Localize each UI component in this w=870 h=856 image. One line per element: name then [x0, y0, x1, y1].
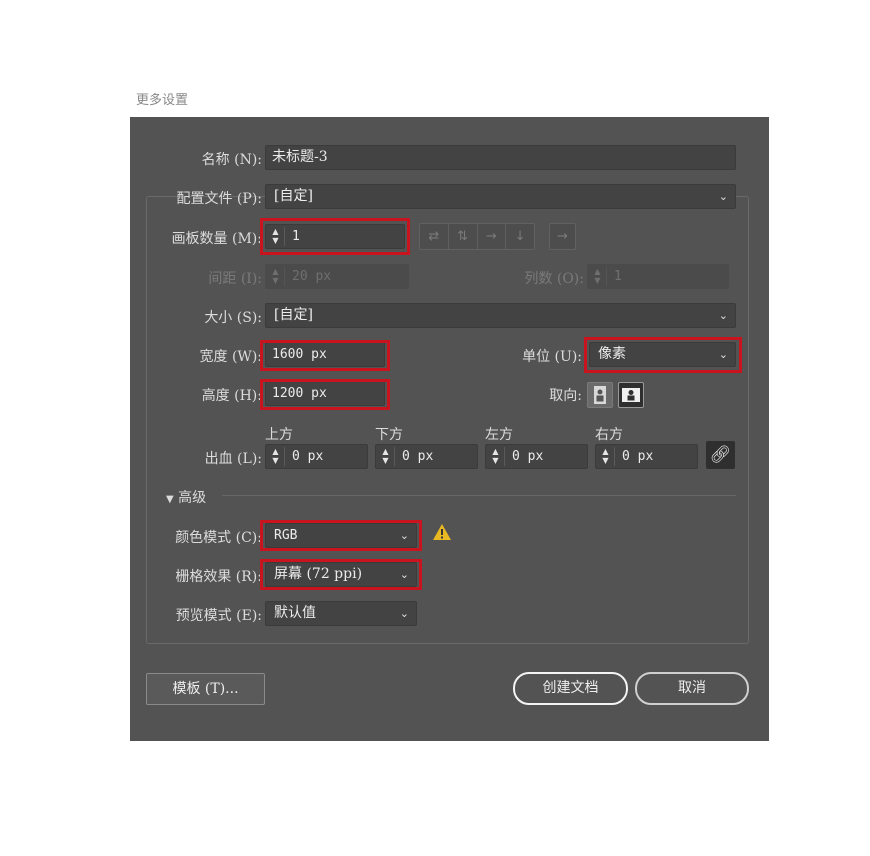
stepper-arrows-icon[interactable]: ▲ ▼ — [597, 447, 615, 466]
columns-label: 列数 (O): — [524, 271, 584, 287]
chevron-down-icon: ⌄ — [399, 529, 409, 542]
bleed-bottom-value: 0 px — [402, 449, 434, 464]
units-label: 单位 (U): — [522, 349, 582, 365]
section-caption: 更多设置 — [136, 93, 189, 108]
bleed-right-stepper[interactable]: ▲ ▼ 0 px — [595, 444, 698, 469]
stepper-arrows-icon: ▲ ▼ — [267, 267, 285, 286]
columns-stepper: ▲ ▼ 1 — [587, 264, 729, 289]
advanced-label: 高级 — [178, 490, 207, 506]
size-label: 大小 (S): — [204, 310, 262, 326]
raster-select[interactable]: 屏幕 (72 ppi) ⌄ — [265, 562, 417, 587]
bleed-left-stepper[interactable]: ▲ ▼ 0 px — [485, 444, 588, 469]
columns-value: 1 — [614, 269, 622, 284]
width-input[interactable]: 1600 px — [265, 342, 385, 367]
chevron-down-icon: ⌄ — [399, 568, 409, 581]
stepper-arrows-icon[interactable]: ▲ ▼ — [267, 227, 285, 246]
spacing-value: 20 px — [292, 269, 332, 284]
artboard-layout-group: ⇄ ⇅ → ↓ — [419, 223, 535, 250]
stepper-arrows-icon[interactable]: ▲ ▼ — [267, 447, 285, 466]
profile-select[interactable]: [自定] ⌄ — [265, 184, 736, 209]
portrait-icon[interactable] — [587, 382, 613, 408]
preview-value: 默认值 — [274, 605, 316, 621]
stepper-arrows-icon[interactable]: ▲ ▼ — [377, 447, 395, 466]
bleed-bottom-header: 下方 — [375, 427, 403, 443]
height-label: 高度 (H): — [201, 388, 262, 404]
bleed-right-header: 右方 — [595, 427, 623, 443]
units-value: 像素 — [598, 346, 626, 362]
bleed-top-header: 上方 — [265, 427, 293, 443]
create-document-button[interactable]: 创建文档 — [513, 672, 628, 705]
bleed-bottom-stepper[interactable]: ▲ ▼ 0 px — [375, 444, 478, 469]
grid-by-column-icon[interactable]: ⇅ — [449, 224, 478, 249]
divider — [222, 495, 736, 496]
profile-value: [自定] — [274, 188, 313, 204]
caret-down-icon: ▼ — [166, 494, 174, 505]
size-select[interactable]: [自定] ⌄ — [265, 303, 736, 328]
orientation-label: 取向: — [549, 388, 582, 404]
artboards-stepper[interactable]: ▲ ▼ 1 — [265, 224, 405, 249]
link-icon[interactable]: 🔗︎ — [706, 441, 735, 469]
bleed-top-stepper[interactable]: ▲ ▼ 0 px — [265, 444, 368, 469]
color-mode-label: 颜色模式 (C): — [175, 530, 262, 546]
chevron-down-icon: ⌄ — [718, 190, 728, 203]
spacing-stepper: ▲ ▼ 20 px — [265, 264, 409, 289]
stepper-arrows-icon: ▲ ▼ — [589, 267, 607, 286]
bleed-label: 出血 (L): — [204, 451, 262, 467]
warning-icon — [433, 524, 451, 540]
cancel-button[interactable]: 取消 — [635, 672, 749, 705]
chevron-down-icon: ⌄ — [718, 309, 728, 322]
color-mode-select[interactable]: RGB ⌄ — [265, 523, 417, 548]
name-label: 名称 (N): — [201, 152, 262, 168]
width-label: 宽度 (W): — [199, 349, 262, 365]
color-mode-value: RGB — [274, 528, 298, 543]
height-input[interactable]: 1200 px — [265, 381, 385, 406]
name-input[interactable]: 未标题-3 — [265, 145, 736, 170]
advanced-toggle[interactable]: ▼ 高级 — [166, 487, 206, 507]
size-value: [自定] — [274, 307, 313, 323]
bleed-left-value: 0 px — [512, 449, 544, 464]
units-select[interactable]: 像素 ⌄ — [589, 342, 736, 367]
templates-button[interactable]: 模板 (T)... — [146, 673, 265, 705]
preview-label: 预览模式 (E): — [175, 608, 262, 624]
chevron-down-icon: ⌄ — [718, 348, 728, 361]
landscape-icon[interactable] — [618, 382, 644, 408]
arrange-by-column-icon[interactable]: ↓ — [506, 224, 534, 249]
more-settings-dialog: 名称 (N): 未标题-3 配置文件 (P): [自定] ⌄ 画板数量 (M):… — [130, 117, 769, 741]
left-to-right-icon[interactable]: → — [549, 223, 576, 250]
chevron-down-icon: ⌄ — [399, 607, 409, 620]
artboards-label: 画板数量 (M): — [171, 231, 262, 247]
stepper-arrows-icon[interactable]: ▲ ▼ — [487, 447, 505, 466]
bleed-right-value: 0 px — [622, 449, 654, 464]
raster-value: 屏幕 (72 ppi) — [274, 566, 363, 582]
arrange-by-row-icon[interactable]: → — [478, 224, 507, 249]
artboards-value: 1 — [292, 229, 300, 244]
profile-label: 配置文件 (P): — [176, 191, 262, 207]
grid-by-row-icon[interactable]: ⇄ — [420, 224, 449, 249]
bleed-top-value: 0 px — [292, 449, 324, 464]
preview-select[interactable]: 默认值 ⌄ — [265, 601, 417, 626]
bleed-left-header: 左方 — [485, 427, 513, 443]
raster-label: 栅格效果 (R): — [175, 569, 262, 585]
spacing-label: 间距 (I): — [208, 271, 262, 287]
